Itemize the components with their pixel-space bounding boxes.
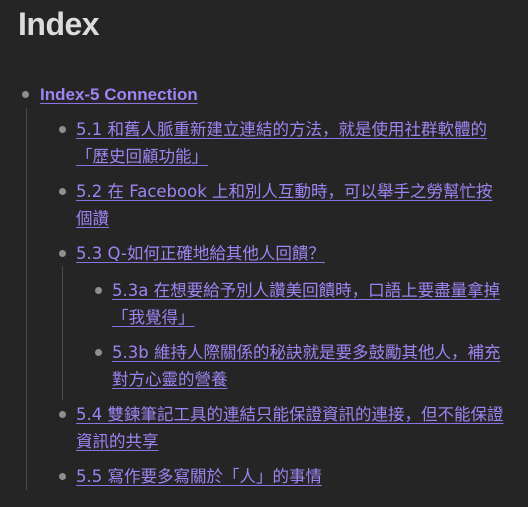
indent-guide-level-2 xyxy=(62,266,63,400)
outline-item-root[interactable]: Index-5 Connection xyxy=(40,81,510,108)
outline-item-5-1[interactable]: 5.1 和舊人脈重新建立連結的方法，就是使用社群軟體的「歷史回顧功能」 xyxy=(76,116,504,170)
outline-item-5-4[interactable]: 5.4 雙鍊筆記工具的連結只能保證資訊的連接，但不能保證資訊的共享 xyxy=(76,401,504,455)
outline-item-5-3b[interactable]: 5.3b 維持人際關係的秘訣就是要多鼓勵其他人，補充對方心靈的營養 xyxy=(112,339,514,393)
outline-page: Index Index-5 Connection 5.1 和舊人脈重新建立連結的… xyxy=(0,0,528,507)
indent-guide-level-1 xyxy=(26,108,27,490)
outline-item-5-3[interactable]: 5.3 Q-如何正確地給其他人回饋？ xyxy=(76,240,504,267)
bullet-icon[interactable] xyxy=(59,411,66,418)
outline-item-5-2[interactable]: 5.2 在 Facebook 上和別人互動時，可以舉手之勞幫忙按個讚 xyxy=(76,178,504,232)
outline-item-5-3a[interactable]: 5.3a 在想要給予別人讚美回饋時，口語上要盡量拿掉「我覺得」 xyxy=(112,277,514,331)
bullet-icon[interactable] xyxy=(59,126,66,133)
bullet-icon[interactable] xyxy=(22,91,29,98)
bullet-icon[interactable] xyxy=(95,287,102,294)
bullet-icon[interactable] xyxy=(59,250,66,257)
outline-item-5-5[interactable]: 5.5 寫作要多寫關於「人」的事情 xyxy=(76,463,504,490)
bullet-icon[interactable] xyxy=(59,473,66,480)
bullet-icon[interactable] xyxy=(59,188,66,195)
outline-tree: Index-5 Connection 5.1 和舊人脈重新建立連結的方法，就是使… xyxy=(0,0,528,507)
bullet-icon[interactable] xyxy=(95,349,102,356)
